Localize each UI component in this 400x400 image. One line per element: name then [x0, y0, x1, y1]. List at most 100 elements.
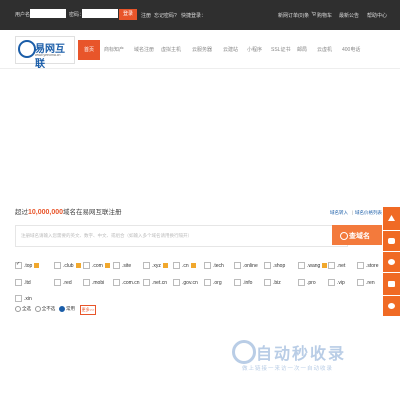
tld-option[interactable]: .club: [54, 262, 81, 269]
search-domain-button[interactable]: 查域名: [332, 225, 382, 245]
tld-checkbox[interactable]: [173, 262, 180, 269]
ticket-link[interactable]: 新网订单(0)条: [278, 12, 309, 19]
more-button[interactable]: 更多>>: [80, 305, 96, 315]
tld-option[interactable]: .red: [54, 279, 72, 286]
tld-checkbox[interactable]: [83, 279, 90, 286]
tld-option[interactable]: .pro: [298, 279, 316, 286]
register-link[interactable]: 注册: [141, 12, 151, 19]
tld-option[interactable]: .wang: [298, 262, 328, 269]
nav-item-ssl[interactable]: SSL证书: [271, 40, 290, 60]
side-chat-button[interactable]: [383, 273, 400, 295]
site-logo[interactable]: 易网互联 www.yeeoma.cn: [15, 36, 75, 70]
tld-checkbox[interactable]: [264, 262, 271, 269]
login-button[interactable]: 登录: [119, 9, 137, 20]
select-none-radio[interactable]: [34, 306, 41, 312]
forgot-password-link[interactable]: 忘记密码?: [154, 12, 177, 19]
tld-option[interactable]: .ltd: [15, 279, 31, 286]
tld-option[interactable]: .xin: [15, 295, 32, 302]
tld-option[interactable]: .biz: [264, 279, 281, 286]
tld-option[interactable]: .tech: [204, 262, 224, 269]
side-qq-button[interactable]: [383, 252, 400, 272]
tld-checkbox[interactable]: [234, 279, 241, 286]
watermark-logo-icon: [232, 340, 256, 364]
price-list-link[interactable]: 域名价格列表: [355, 210, 382, 216]
tld-option[interactable]: .com.cn: [113, 279, 140, 286]
tld-checkbox[interactable]: [298, 262, 305, 269]
announcements-link[interactable]: 最新公告: [339, 12, 359, 19]
username-input[interactable]: [30, 9, 66, 18]
tld-checkbox[interactable]: [15, 279, 22, 286]
select-all-radio[interactable]: [15, 306, 21, 312]
side-wechat-button[interactable]: [383, 296, 400, 316]
tld-option[interactable]: .site: [113, 262, 131, 269]
domain-transfer-link[interactable]: 域名转入: [330, 210, 348, 216]
tld-checkbox[interactable]: [204, 279, 211, 286]
tld-checkbox[interactable]: [328, 262, 335, 269]
nav-item-domain[interactable]: 域名注册: [134, 40, 154, 60]
nav-item-hosting[interactable]: 虚拟主机: [161, 40, 181, 60]
domain-search-input[interactable]: 注册域名请输入您需要的英文、数字、中文、或组合（如输入多个域名请用换行隔开）: [15, 225, 348, 247]
tld-checkbox[interactable]: [15, 261, 22, 269]
tld-label: .red: [63, 279, 72, 286]
tld-option[interactable]: .com: [83, 262, 110, 269]
password-input[interactable]: [82, 9, 118, 18]
tld-checkbox[interactable]: [264, 279, 271, 286]
tld-checkbox[interactable]: [143, 262, 150, 269]
tld-checkbox[interactable]: [328, 279, 335, 286]
wechat-icon: [388, 303, 395, 309]
tld-label: .wang: [307, 262, 321, 269]
tld-checkbox[interactable]: [54, 279, 61, 286]
tld-label: .pro: [307, 279, 316, 286]
cart-link[interactable]: 购物车: [317, 12, 332, 19]
tld-option[interactable]: .org: [204, 279, 222, 286]
tld-option[interactable]: .mobi: [83, 279, 104, 286]
cart-icon[interactable]: [311, 11, 317, 16]
nav-item-400-phone[interactable]: 400电话: [342, 40, 360, 60]
tld-checkbox[interactable]: [204, 262, 211, 269]
side-phone-button[interactable]: [383, 231, 400, 251]
tld-checkbox[interactable]: [113, 262, 120, 269]
tld-option[interactable]: .shop: [264, 262, 285, 269]
tld-label: .vip: [337, 279, 345, 286]
nav-item-trademark[interactable]: 商标知产: [104, 40, 124, 60]
nav-item-site-builder[interactable]: 云建站: [223, 40, 238, 60]
tld-checkbox[interactable]: [54, 262, 61, 269]
tld-checkbox[interactable]: [113, 279, 120, 286]
nav-item-mail[interactable]: 邮局: [297, 40, 307, 60]
tld-checkbox[interactable]: [15, 295, 22, 302]
tld-checkbox[interactable]: [357, 279, 364, 286]
select-all-label: 全选: [22, 306, 31, 312]
tld-option[interactable]: .xyz: [143, 262, 168, 269]
tld-option[interactable]: .info: [234, 279, 252, 286]
watermark: 自动秒收录 做上链接一来访一次一自动收录: [230, 338, 390, 378]
tld-checkbox[interactable]: [173, 279, 180, 286]
promo-tag-icon: [190, 263, 196, 268]
tld-option[interactable]: .store: [357, 262, 379, 269]
nav-item-cloud-server[interactable]: 云服务器: [192, 40, 212, 60]
tld-option[interactable]: .net: [328, 262, 345, 269]
tld-checkbox[interactable]: [83, 262, 90, 269]
tld-checkbox[interactable]: [143, 279, 150, 286]
nav-item-home[interactable]: 首页: [78, 40, 100, 60]
tld-checkbox[interactable]: [357, 262, 364, 269]
arrow-up-icon: [388, 215, 395, 221]
tld-option[interactable]: .gov.cn: [173, 279, 198, 286]
nav-item-cloud-vm[interactable]: 云虚机: [317, 40, 332, 60]
tld-option[interactable]: .cn: [173, 262, 196, 269]
tld-option[interactable]: .top: [15, 261, 40, 269]
help-center-link[interactable]: 帮助中心: [367, 12, 387, 19]
search-placeholder: 注册域名请输入您需要的英文、数字、中文、或组合（如输入多个域名请用换行隔开）: [21, 233, 192, 238]
tld-option[interactable]: .online: [234, 262, 258, 269]
tld-label: .club: [63, 262, 74, 269]
tld-option[interactable]: .vip: [328, 279, 345, 286]
nav-item-mini-program[interactable]: 小程序: [247, 40, 262, 60]
tld-option[interactable]: .net.cn: [143, 279, 167, 286]
common-radio[interactable]: [59, 306, 66, 312]
tld-option[interactable]: .ren: [357, 279, 375, 286]
tld-checkbox[interactable]: [234, 262, 241, 269]
promo-tag-icon: [162, 263, 168, 268]
tld-label: .biz: [273, 279, 281, 286]
side-top-button[interactable]: [383, 207, 400, 230]
tld-label: .store: [366, 262, 379, 269]
tld-checkbox[interactable]: [298, 279, 305, 286]
